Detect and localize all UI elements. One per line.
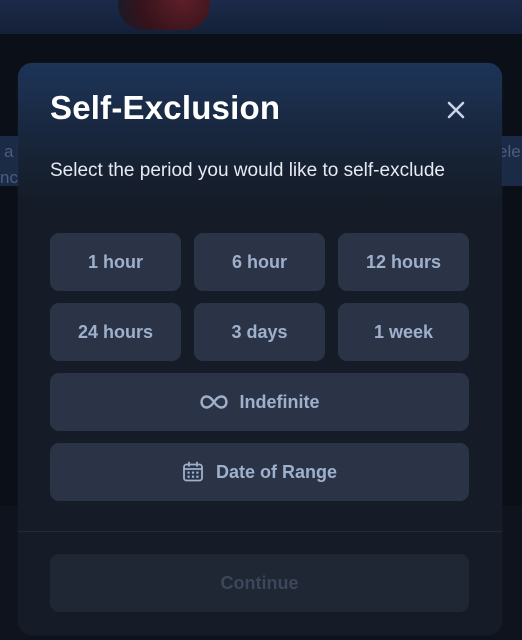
option-6-hour[interactable]: 6 hour	[194, 233, 325, 291]
option-label: 24 hours	[77, 321, 154, 342]
option-label: Date of Range	[215, 461, 338, 482]
self-exclusion-modal: Self-Exclusion Select the period you wou…	[18, 63, 502, 635]
option-label: 6 hour	[231, 251, 287, 272]
background-text-fragment: nc	[0, 168, 18, 187]
background-text-fragment: a	[4, 142, 14, 161]
background-mascot-image	[118, 0, 210, 30]
option-indefinite[interactable]: Indefinite	[50, 373, 469, 431]
modal-title: Self-Exclusion	[50, 89, 281, 126]
continue-button[interactable]: Continue	[50, 554, 469, 612]
close-button[interactable]	[441, 95, 471, 125]
option-1-hour[interactable]: 1 hour	[50, 233, 181, 291]
option-3-days[interactable]: 3 days	[194, 303, 325, 361]
continue-label: Continue	[220, 572, 299, 593]
option-label: 1 hour	[87, 251, 143, 272]
page: a nc ele Self-Exclusion Select the perio…	[0, 0, 522, 640]
modal-divider	[18, 531, 502, 532]
close-icon	[447, 101, 465, 119]
option-date-of-range[interactable]: Date of Range	[50, 443, 469, 501]
option-label: 12 hours	[365, 251, 442, 272]
option-12-hours[interactable]: 12 hours	[338, 233, 469, 291]
option-24-hours[interactable]: 24 hours	[50, 303, 181, 361]
calendar-icon	[182, 461, 204, 483]
option-1-week[interactable]: 1 week	[338, 303, 469, 361]
option-label: 3 days	[231, 321, 288, 342]
option-label: Indefinite	[239, 391, 320, 412]
option-label: 1 week	[373, 321, 434, 342]
modal-subtitle: Select the period you would like to self…	[50, 160, 446, 181]
infinity-icon	[199, 394, 228, 410]
background-header	[0, 0, 522, 34]
